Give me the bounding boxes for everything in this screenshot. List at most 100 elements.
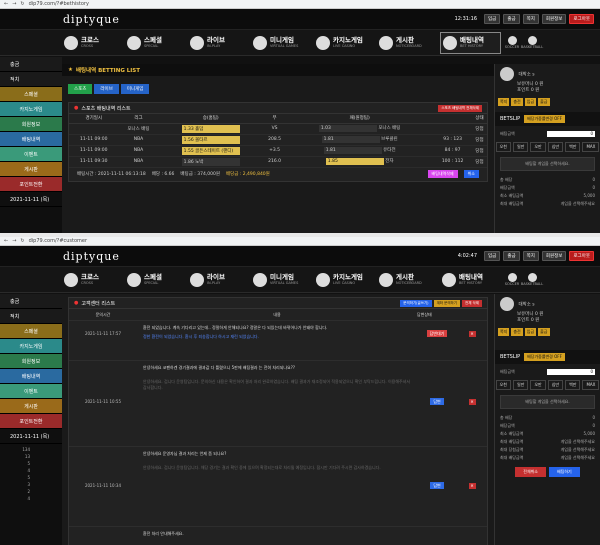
sidebar-item-member[interactable]: 회원정보 [0,117,62,132]
sidebar-item-charge[interactable]: 충금 [0,294,62,309]
delete-icon[interactable]: ✕ [468,399,476,405]
place-bet-button[interactable]: 배팅하기 [549,467,580,477]
profile-button[interactable]: 회원정보 [541,14,567,24]
home-odds[interactable]: 1.86 노박 [181,157,240,166]
back-icon[interactable]: ← [4,1,8,7]
sidebar-item-casino[interactable]: 카지노게임 [0,339,62,354]
nav-casino[interactable]: 카지노게임 LIVE CASINO [314,32,375,54]
sidebar-item-event[interactable]: 이벤트 [0,384,62,399]
sidebar-item-bet-history[interactable]: 배팅내역 [0,132,62,147]
cancel-bet-button[interactable]: 취소 [463,170,479,178]
sidebar-item-board[interactable]: 게시판 [0,162,62,177]
withdraw-button[interactable]: 출금 [503,251,520,261]
table-row[interactable]: 2021-11-11 10:55 안녕하세요 코펜하겐 경기결과에 결과값 다 … [69,361,487,447]
sidebar-item-bet-history[interactable]: 배팅내역 [0,369,62,384]
nav-special[interactable]: 스페셜 SPECIAL [125,32,186,54]
amount-max-button[interactable]: MAX [582,142,600,152]
bet-amount-input[interactable]: 0 [547,369,595,375]
away-odds[interactable]: 1.81 [323,147,382,154]
delete-all-button[interactable]: 전체 삭제 [462,299,482,307]
sidebar-item-point[interactable]: 포인트전환 [0,414,62,429]
amount-50k-button[interactable]: 오만 [530,142,546,152]
nav-basketball[interactable]: BASKETBALL [521,273,543,286]
nav-soccer[interactable]: SOCCER [503,36,521,49]
user-message-button[interactable]: 쪽지 [498,328,510,336]
amount-1m-button[interactable]: 백만 [565,142,581,152]
sidebar-item-point[interactable]: 포인트전환 [0,177,62,192]
message-button[interactable]: 쪽지 [522,251,539,261]
logout-button[interactable]: 로그아웃 [569,14,594,24]
reload-icon[interactable]: ↻ [20,238,24,244]
user-withdraw-button[interactable]: 출금 [538,98,550,106]
nav-board[interactable]: 게시판 NOTICEBOARD [377,32,438,54]
account-inquiry-button[interactable]: 계좌 문의하기 [433,299,460,307]
nav-live[interactable]: 라이브 IN-PLAY [188,32,249,54]
nav-cross[interactable]: 크로스 CROSS [62,32,123,54]
write-inquiry-button[interactable]: 문의하기(글쓰기) [400,299,432,307]
nav-minigame[interactable]: 미니게임 VIRTUAL GAMES [251,32,312,54]
table-row[interactable]: 2021-11-11 10:34 안녕하세요 운영자님 결과 처리는 언제 쯤 … [69,447,487,527]
amount-10k-button[interactable]: 일만 [512,380,529,390]
amount-10k-button[interactable]: 일만 [512,142,529,152]
nav-casino[interactable]: 카지노게임 LIVE CASINO [314,269,375,291]
site-logo[interactable]: diptyque [63,250,120,263]
nav-minigame[interactable]: 미니게임 VIRTUAL GAMES [251,269,312,291]
back-icon[interactable]: ← [4,238,8,244]
table-row[interactable]: 환전 처리 안내해주세요. [69,527,487,545]
away-odds[interactable]: 1.03 [318,125,377,132]
nav-live[interactable]: 라이브 IN-PLAY [188,269,249,291]
delete-icon[interactable]: ✕ [468,331,476,337]
sidebar-item-charge[interactable]: 충금 [0,57,62,72]
site-logo[interactable]: diptyque [63,13,120,26]
amount-50k-button[interactable]: 오만 [530,380,546,390]
sidebar-item-special[interactable]: 스페셜 [0,324,62,339]
home-odds[interactable]: 1.55 골든스테이트 (핸디) [181,146,240,155]
amount-100k-button[interactable]: 십만 [547,142,564,152]
odds-toggle-button[interactable]: 배당가중률변경 OFF [524,115,565,123]
user-deposit-button[interactable]: 입금 [524,98,537,106]
tab-minigame[interactable]: 미니게임 [120,84,150,94]
tab-sports[interactable]: 스포츠 [68,84,93,94]
address-bar[interactable]: dip79.com/?#customer [29,238,596,244]
amount-5k-button[interactable]: 오천 [495,380,511,390]
delete-bet-button[interactable]: 배팅내역삭제 [427,170,458,178]
cancel-all-button[interactable]: 전체취소 [515,467,546,477]
tab-live[interactable]: 라이브 [94,84,119,94]
address-bar[interactable]: dip79.com/?#bethistory [29,1,596,7]
message-button[interactable]: 쪽지 [522,14,539,24]
home-odds[interactable]: 1.33 홀덤 [181,124,240,133]
forward-icon[interactable]: → [12,238,16,244]
logout-button[interactable]: 로그아웃 [569,251,594,261]
cell-home[interactable]: 1.86 노박 [158,156,263,168]
user-message-button[interactable]: 쪽지 [498,98,510,106]
nav-cross[interactable]: 크로스 CROSS [62,269,123,291]
away-odds[interactable]: 1.81 [321,136,380,143]
amount-100k-button[interactable]: 십만 [547,380,564,390]
cell-home[interactable]: 1.55 골든스테이트 (핸디) [158,145,263,157]
user-withdraw-button[interactable]: 출금 [538,328,550,336]
sidebar-item-board[interactable]: 게시판 [0,399,62,414]
user-charge-button[interactable]: 충전 [511,328,523,336]
delete-icon[interactable]: ✕ [468,483,476,489]
withdraw-button[interactable]: 출금 [503,14,520,24]
sidebar-item-member[interactable]: 회원정보 [0,354,62,369]
bet-amount-input[interactable]: 0 [547,131,595,137]
deposit-button[interactable]: 입금 [484,14,501,24]
deposit-button[interactable]: 입금 [484,251,501,261]
nav-basketball[interactable]: BASKETBALL [521,36,543,49]
user-charge-button[interactable]: 충전 [511,98,523,106]
odds-toggle-button[interactable]: 배당가중률변경 OFF [524,353,565,361]
sidebar-item-exchange[interactable]: 적치 [0,72,62,87]
amount-max-button[interactable]: MAX [582,380,600,390]
sidebar-item-casino[interactable]: 카지노게임 [0,102,62,117]
nav-bet-history[interactable]: 배팅내역 BET HISTORY [440,269,501,291]
sidebar-item-exchange[interactable]: 적치 [0,309,62,324]
reload-icon[interactable]: ↻ [20,1,24,7]
amount-5k-button[interactable]: 오천 [495,142,511,152]
nav-bet-history[interactable]: 배팅내역 BET HISTORY [440,31,501,54]
cell-home[interactable]: 1.56 볼타르 [158,134,263,146]
nav-soccer[interactable]: SOCCER [503,273,521,286]
nav-board[interactable]: 게시판 NOTICEBOARD [377,269,438,291]
sidebar-item-special[interactable]: 스페셜 [0,87,62,102]
forward-icon[interactable]: → [12,1,16,7]
